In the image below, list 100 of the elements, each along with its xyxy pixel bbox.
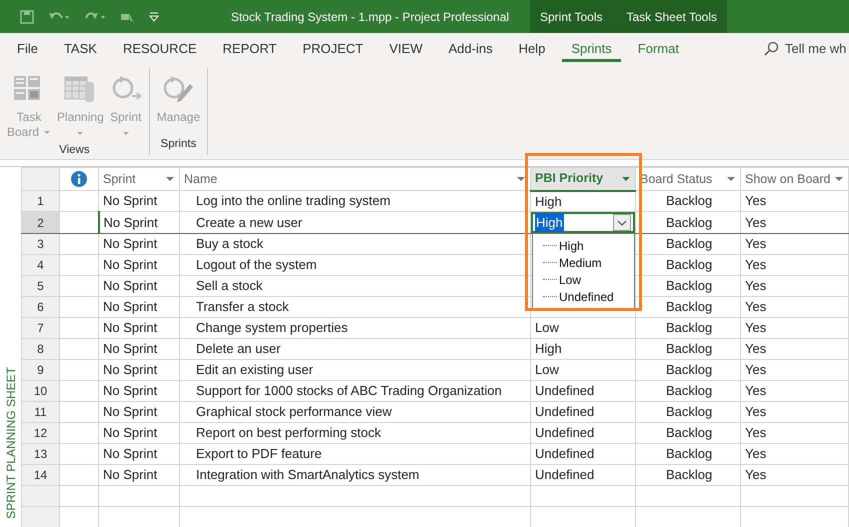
- table-cell: No Sprint: [103, 425, 158, 440]
- table-cell: Backlog: [666, 278, 712, 294]
- ribbon-tab[interactable]: File: [8, 34, 47, 62]
- task-name: Buy a stock: [196, 236, 264, 252]
- ribbon-tab[interactable]: PROJECT: [294, 34, 372, 62]
- row-number[interactable]: 4: [22, 254, 60, 276]
- table-cell: Yes: [745, 278, 766, 294]
- table-cell: Yes: [745, 383, 766, 398]
- chevron-down-icon: [617, 220, 627, 226]
- table-cell: Yes: [745, 467, 766, 482]
- info-icon: [71, 171, 87, 187]
- row-number[interactable]: 1: [22, 190, 60, 212]
- task-name: Integration with SmartAnalytics system: [196, 467, 420, 482]
- table-cell: Low: [535, 320, 559, 336]
- table-cell: Yes: [745, 193, 766, 208]
- column-header[interactable]: Sprint: [98, 168, 180, 190]
- filter-caret-icon[interactable]: [165, 176, 175, 182]
- row-number[interactable]: 10: [22, 380, 60, 402]
- column-header[interactable]: Show on Board: [740, 168, 848, 190]
- table-cell: Backlog: [666, 425, 712, 440]
- table-cell: High: [535, 341, 562, 356]
- task-name: Graphical stock performance view: [196, 404, 392, 420]
- dropdown-option[interactable]: Undefined: [559, 288, 614, 306]
- task-name: Create a new user: [196, 214, 302, 230]
- ribbon-tab[interactable]: TASK: [54, 34, 106, 62]
- table-cell: Backlog: [666, 446, 712, 462]
- table-cell: No Sprint: [103, 362, 158, 378]
- ribbon-tab[interactable]: Help: [510, 34, 554, 62]
- table-cell: No Sprint: [103, 278, 158, 294]
- table-cell: Undefined: [535, 446, 594, 462]
- table-cell: Backlog: [666, 341, 712, 356]
- table-cell: No Sprint: [103, 467, 158, 482]
- task-name: Log into the online trading system: [196, 193, 390, 208]
- task-name: Delete an user: [196, 341, 281, 356]
- filter-caret-icon[interactable]: [621, 176, 631, 182]
- cycle-pencil-icon: [162, 74, 194, 104]
- table-cell: No Sprint: [104, 214, 158, 230]
- table-cell: Backlog: [666, 362, 712, 378]
- row-number[interactable]: 6: [22, 296, 60, 318]
- table-cell: Undefined: [535, 467, 594, 482]
- ribbon-tab[interactable]: REPORT: [214, 34, 286, 62]
- filter-caret-icon[interactable]: [516, 176, 526, 182]
- table-icon: [64, 74, 96, 104]
- table-cell: Low: [535, 362, 559, 378]
- row-number[interactable]: 8: [22, 338, 60, 360]
- row-number[interactable]: 2: [22, 212, 60, 234]
- customize-icon[interactable]: [148, 10, 160, 22]
- table-cell: Yes: [745, 341, 766, 356]
- context-tab-label: Sprint Tools: [540, 8, 602, 26]
- row-number[interactable]: 7: [22, 318, 60, 338]
- table-cell: Undefined: [535, 425, 594, 440]
- table-cell: Backlog: [666, 236, 712, 252]
- table-cell: No Sprint: [103, 299, 158, 314]
- row-number[interactable]: 3: [22, 234, 60, 254]
- group-label: Views: [59, 143, 90, 158]
- ribbon-tab[interactable]: Format: [628, 34, 688, 62]
- ribbon-tab[interactable]: Add-ins: [439, 34, 502, 62]
- table-cell: Yes: [745, 299, 766, 314]
- table-cell: Yes: [745, 236, 766, 252]
- table-cell: No Sprint: [103, 257, 158, 272]
- filter-caret-icon[interactable]: [726, 176, 736, 182]
- table-cell: Yes: [745, 404, 766, 420]
- table-cell: Undefined: [535, 404, 594, 420]
- filter-caret-icon[interactable]: [834, 176, 844, 182]
- context-tab-label: Task Sheet Tools: [626, 8, 717, 26]
- table-cell: Backlog: [666, 257, 712, 272]
- table-cell: Backlog: [666, 193, 712, 208]
- column-header[interactable]: PBI Priority: [530, 168, 636, 190]
- table-cell: Yes: [745, 257, 766, 272]
- table-cell: Yes: [745, 320, 766, 336]
- ribbon-tab[interactable]: RESOURCE: [114, 34, 206, 62]
- task-name: Logout of the system: [196, 257, 317, 272]
- task-name: Transfer a stock: [196, 299, 289, 314]
- dropdown-option[interactable]: Low: [559, 270, 582, 288]
- window-title: Stock Trading System - 1.mpp - Project Professional: [230, 8, 510, 26]
- ribbon-tab[interactable]: VIEW: [380, 34, 432, 62]
- table-cell: No Sprint: [103, 236, 158, 252]
- table-cell: Backlog: [666, 214, 712, 230]
- table-cell: Backlog: [666, 383, 712, 398]
- table-cell: No Sprint: [103, 404, 158, 420]
- row-number[interactable]: 13: [22, 444, 60, 464]
- search-icon: [763, 40, 779, 56]
- row-number[interactable]: 12: [22, 422, 60, 444]
- dropdown-button[interactable]: [613, 214, 631, 231]
- group-label: Sprints: [160, 136, 196, 152]
- row-number[interactable]: 11: [22, 402, 60, 422]
- table-cell: Backlog: [666, 320, 712, 336]
- save-icon[interactable]: [20, 10, 34, 24]
- row-number[interactable]: 9: [22, 360, 60, 380]
- table-cell: Backlog: [666, 404, 712, 420]
- task-name: Support for 1000 stocks of ABC Trading Organization: [196, 383, 502, 398]
- tell-me-field[interactable]: Tell me wh: [785, 38, 849, 58]
- table-cell: No Sprint: [103, 193, 158, 208]
- column-header[interactable]: Name: [180, 168, 530, 190]
- row-number[interactable]: 14: [22, 464, 60, 486]
- row-number[interactable]: 5: [22, 276, 60, 296]
- table-cell: High: [535, 194, 562, 208]
- table-cell: No Sprint: [103, 320, 158, 336]
- table-cell: Yes: [745, 446, 766, 462]
- table-cell: No Sprint: [103, 446, 158, 462]
